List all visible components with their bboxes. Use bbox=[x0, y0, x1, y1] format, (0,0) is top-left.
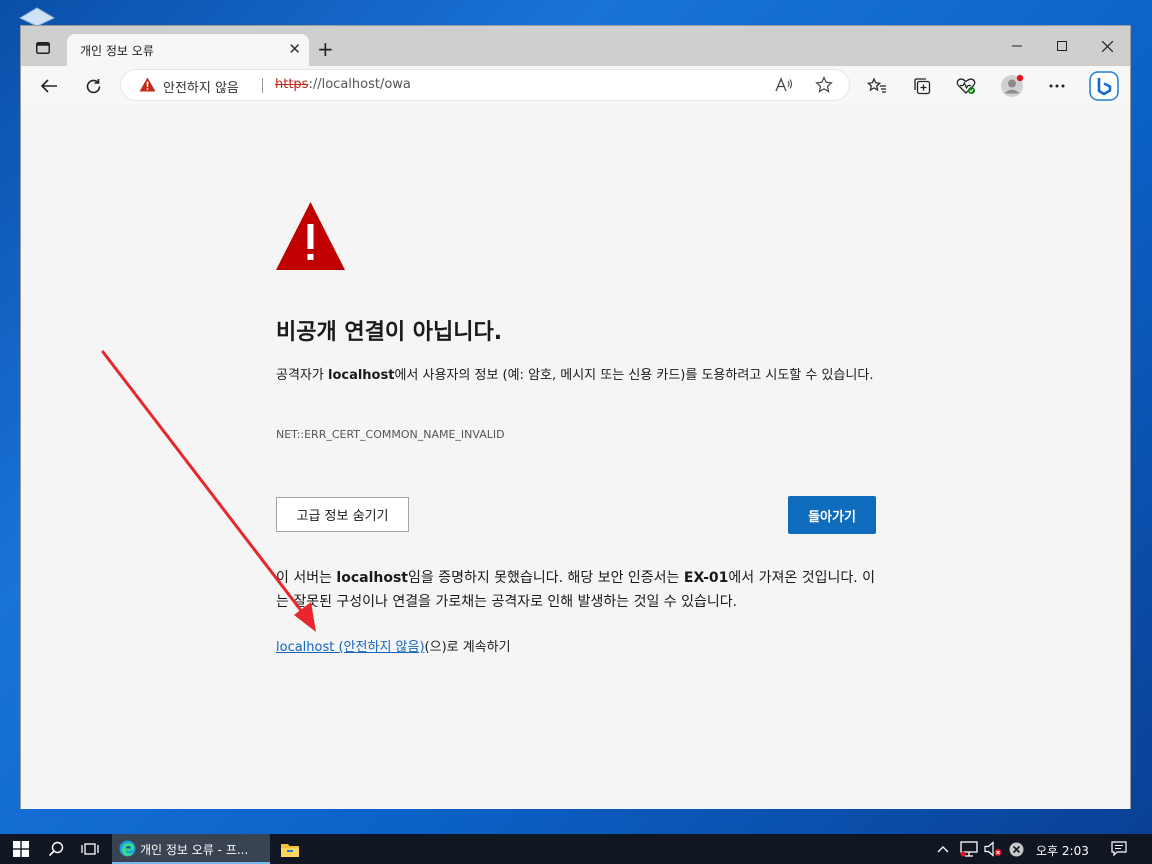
taskbar-app-label: 개인 정보 오류 - 프... bbox=[140, 843, 249, 857]
profile-button[interactable] bbox=[998, 74, 1026, 98]
url-path: ://localhost/owa bbox=[308, 77, 411, 92]
advanced-toggle-button[interactable]: 고급 정보 숨기기 bbox=[276, 497, 409, 532]
page-title: 비공개 연결이 아닙니다. bbox=[276, 320, 503, 345]
tab-close-icon[interactable]: ✕ bbox=[288, 41, 301, 57]
show-hidden-icons-button[interactable] bbox=[934, 834, 952, 864]
browser-essentials-button[interactable] bbox=[952, 74, 980, 98]
navigation-toolbar: 안전하지 않음 https://localhost/owa bbox=[21, 66, 1130, 107]
tab-title: 개인 정보 오류 bbox=[80, 44, 154, 58]
close-button[interactable] bbox=[1084, 32, 1130, 60]
profile-avatar-icon bbox=[1001, 74, 1024, 97]
description-host: localhost bbox=[327, 368, 395, 383]
advanced-text-mid: 임을 증명하지 못했습니다. 해당 보안 인증서는 bbox=[408, 570, 684, 586]
tab-actions-button[interactable] bbox=[33, 38, 53, 58]
volume-muted-icon bbox=[984, 841, 1002, 857]
network-button[interactable] bbox=[958, 834, 980, 864]
favorite-star-icon[interactable] bbox=[813, 75, 835, 95]
favorites-button[interactable] bbox=[863, 74, 891, 98]
search-button[interactable] bbox=[44, 834, 68, 864]
url-scheme: https bbox=[275, 77, 309, 92]
browser-window: 개인 정보 오류 ✕ + 안전하지 않음 https://localhost/o… bbox=[20, 25, 1131, 809]
error-circle-icon bbox=[1009, 842, 1023, 856]
edge-browser-icon bbox=[119, 840, 136, 857]
back-arrow-icon bbox=[40, 79, 57, 93]
not-secure-label[interactable]: 안전하지 않음 bbox=[163, 77, 239, 96]
collections-button[interactable] bbox=[908, 74, 936, 98]
refresh-icon bbox=[86, 78, 100, 93]
heart-pulse-icon bbox=[956, 78, 976, 94]
advanced-text: 이 서버는 bbox=[276, 570, 337, 586]
more-dots-icon bbox=[1049, 84, 1065, 88]
bing-icon bbox=[1089, 71, 1119, 101]
taskbar-edge-app[interactable]: 개인 정보 오류 - 프... bbox=[112, 834, 270, 864]
proceed-suffix: (으)로 계속하기 bbox=[424, 640, 511, 655]
page-description: 공격자가 localhost에서 사용자의 정보 (예: 암호, 메시지 또는 … bbox=[276, 364, 876, 387]
description-text: 공격자가 bbox=[276, 368, 328, 383]
error-code[interactable]: NET::ERR_CERT_COMMON_NAME_INVALID bbox=[276, 428, 505, 441]
title-bar: 개인 정보 오류 ✕ + bbox=[21, 26, 1130, 66]
desktop-recycle-icon[interactable] bbox=[18, 6, 56, 26]
close-icon bbox=[1101, 40, 1113, 52]
go-back-button[interactable]: 돌아가기 bbox=[788, 496, 876, 534]
minimize-button[interactable] bbox=[994, 32, 1040, 60]
advanced-details: 이 서버는 localhost임을 증명하지 못했습니다. 해당 보안 인증서는… bbox=[276, 566, 876, 614]
page-content: 비공개 연결이 아닙니다. 공격자가 localhost에서 사용자의 정보 (… bbox=[21, 106, 1130, 809]
taskbar-clock[interactable]: 오후 2:03 bbox=[1036, 842, 1089, 859]
certificate-issuer: EX-01 bbox=[683, 570, 729, 586]
collections-icon bbox=[914, 78, 931, 95]
action-center-button[interactable] bbox=[1106, 834, 1132, 864]
maximize-button[interactable] bbox=[1039, 32, 1085, 60]
task-view-button[interactable] bbox=[78, 834, 102, 864]
notification-icon bbox=[1111, 841, 1127, 857]
notification-error-button[interactable] bbox=[1006, 834, 1026, 864]
read-aloud-icon[interactable] bbox=[773, 75, 795, 95]
taskbar: 개인 정보 오류 - 프... 오후 2:03 bbox=[0, 834, 1152, 864]
address-bar[interactable]: 안전하지 않음 https://localhost/owa bbox=[121, 70, 849, 100]
proceed-unsafe-link[interactable]: localhost (안전하지 않음) bbox=[276, 640, 425, 655]
active-tab[interactable]: 개인 정보 오류 ✕ bbox=[67, 34, 309, 66]
refresh-button[interactable] bbox=[79, 74, 107, 98]
task-view-icon bbox=[81, 843, 99, 855]
favorites-icon bbox=[867, 77, 886, 93]
warning-triangle-icon bbox=[276, 202, 345, 270]
new-tab-icon[interactable]: + bbox=[317, 39, 334, 59]
bing-copilot-button[interactable] bbox=[1087, 71, 1121, 101]
not-secure-warning-icon[interactable] bbox=[139, 77, 156, 92]
network-icon bbox=[960, 841, 978, 857]
start-button[interactable] bbox=[6, 834, 36, 864]
volume-button[interactable] bbox=[982, 834, 1004, 864]
url-text[interactable]: https://localhost/owa bbox=[275, 77, 411, 92]
chevron-up-icon bbox=[937, 846, 949, 853]
windows-logo-icon bbox=[13, 841, 29, 857]
folder-icon bbox=[281, 843, 299, 857]
settings-more-button[interactable] bbox=[1043, 74, 1071, 98]
maximize-icon bbox=[1057, 41, 1067, 51]
minimize-icon bbox=[1012, 45, 1022, 47]
back-button[interactable] bbox=[35, 74, 63, 98]
file-explorer-button[interactable] bbox=[278, 834, 302, 864]
description-text-rest: 에서 사용자의 정보 (예: 암호, 메시지 또는 신용 카드)를 도용하려고 … bbox=[394, 368, 874, 383]
address-divider bbox=[262, 78, 263, 93]
tab-actions-icon bbox=[36, 42, 50, 54]
proceed-line: localhost (안전하지 않음)(으)로 계속하기 bbox=[276, 636, 511, 655]
search-icon bbox=[48, 841, 64, 857]
advanced-host: localhost bbox=[336, 570, 408, 586]
